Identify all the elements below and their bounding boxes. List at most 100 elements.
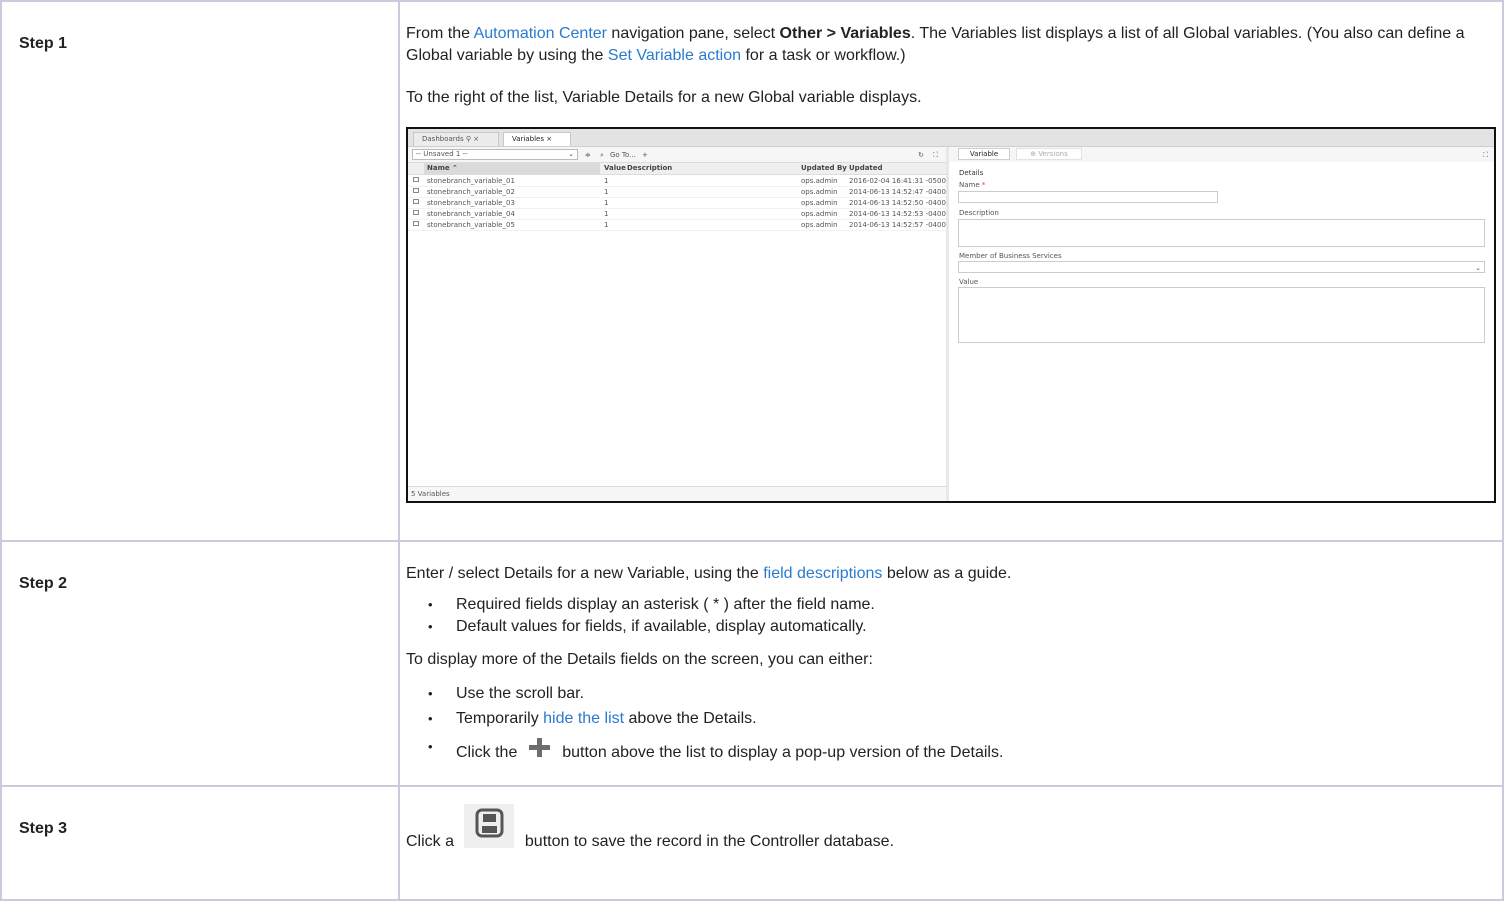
pin-icon: ⚲ — [465, 135, 471, 143]
cell-updated: 2014-06-13 14:52:57 -0400 — [849, 221, 946, 229]
step-row: Step 2 Enter / select Details for a new … — [0, 540, 1504, 787]
cell-updated: 2014-06-13 14:52:50 -0400 — [849, 199, 946, 207]
bullet-list: Required fields display an asterisk ( * … — [406, 594, 1496, 638]
cell-by: ops.admin — [801, 177, 838, 185]
step-paragraph: Enter / select Details for a new Variabl… — [406, 563, 1496, 585]
column-description: Description — [627, 164, 673, 172]
text: above the Details. — [624, 710, 757, 727]
step-paragraph: From the Automation Center navigation pa… — [406, 23, 1496, 67]
step-label-cell: Step 3 — [0, 785, 400, 901]
list-item: Required fields display an asterisk ( * … — [428, 594, 1496, 616]
tab-variables: Variables × — [503, 132, 571, 146]
cell-updated: 2014-06-13 14:52:53 -0400 — [849, 210, 946, 218]
step-paragraph: Click a button to save the record in the… — [406, 804, 1496, 853]
step-label: Step 2 — [19, 575, 68, 592]
save-icon — [464, 804, 515, 848]
grid-icon — [413, 199, 419, 204]
step-paragraph: To the right of the list, Variable Detai… — [406, 89, 922, 106]
step-content: Enter / select Details for a new Variabl… — [398, 540, 1504, 787]
tab-label: Versions — [1038, 150, 1068, 158]
plus-icon — [528, 738, 550, 757]
column-updated-by: Updated By — [801, 164, 847, 172]
column-value: Value — [604, 164, 626, 172]
list-toolbar: -- Unsaved 1 -- ⌄ ≑ ⌕ Go To... + ↻ ⛶ — [408, 147, 946, 163]
cell-by: ops.admin — [801, 210, 838, 218]
list-item: Use the scroll bar. — [428, 683, 1496, 705]
cell-name: stonebranch_variable_03 — [427, 199, 515, 207]
step-content: From the Automation Center navigation pa… — [398, 0, 1504, 542]
name-input — [958, 191, 1218, 203]
cell-by: ops.admin — [801, 221, 838, 229]
cell-by: ops.admin — [801, 188, 838, 196]
cell-updated: 2014-06-13 14:52:47 -0400 — [849, 188, 946, 196]
step-label-cell: Step 2 — [0, 540, 400, 787]
field-label: Name * — [959, 180, 985, 190]
search-icon: ⌕ — [600, 151, 604, 159]
text: Click a — [406, 833, 459, 850]
chevron-down-icon: ⌄ — [568, 150, 574, 158]
column-label: Name — [427, 164, 450, 172]
list-item: Default values for fields, if available,… — [428, 616, 1496, 638]
cell-value: 1 — [604, 199, 609, 207]
refresh-icon: ↻ — [918, 151, 924, 159]
text: Click the — [456, 744, 522, 761]
cell-updated: 2016-02-04 16:41:31 -0500 — [849, 177, 946, 185]
add-icon: + — [642, 151, 648, 159]
column-name: Name ⌃ — [424, 163, 600, 174]
close-icon: × — [473, 135, 480, 143]
step-paragraph: To display more of the Details fields on… — [406, 651, 873, 668]
chevron-down-icon: ⌄ — [1475, 264, 1481, 272]
step-label-cell: Step 1 — [0, 0, 400, 542]
field-descriptions-link[interactable]: field descriptions — [763, 565, 882, 582]
tab-label: Variables — [512, 135, 544, 143]
list-item: Temporarily hide the list above the Deta… — [428, 708, 1496, 730]
cell-name: stonebranch_variable_02 — [427, 188, 515, 196]
tab-variable: Variable — [958, 148, 1010, 160]
field-label: Member of Business Services — [959, 252, 1062, 260]
step-label: Step 1 — [19, 35, 68, 52]
text: Temporarily — [456, 710, 544, 727]
hide-the-list-link[interactable]: hide the list — [543, 710, 624, 727]
step-row: Step 1 From the Automation Center naviga… — [0, 0, 1504, 542]
field-name: Name — [959, 181, 980, 189]
column-updated: Updated — [849, 164, 883, 172]
expand-icon: ⛶ — [933, 151, 938, 159]
cell-value: 1 — [604, 221, 609, 229]
table-row: stonebranch_variable_05 1 ops.admin 2014-06… — [408, 219, 946, 231]
variables-screenshot: Dashboards ⚲ × Variables × -- Unsaved 1 … — [406, 127, 1496, 503]
cell-value: 1 — [604, 188, 609, 196]
text: button to save the record in the Control… — [520, 833, 895, 850]
value-input — [958, 287, 1485, 343]
tab-dashboards: Dashboards ⚲ × — [413, 132, 499, 146]
description-input — [958, 219, 1485, 247]
cell-name: stonebranch_variable_01 — [427, 177, 515, 185]
step-row: Step 3 Click a button to save the record… — [0, 785, 1504, 901]
pane-divider — [946, 147, 949, 501]
step-label: Step 3 — [19, 820, 68, 837]
list-footer: 5 Variables — [408, 486, 946, 501]
text: for a task or workflow.) — [741, 47, 906, 64]
close-icon: × — [546, 135, 553, 143]
automation-center-link[interactable]: Automation Center — [474, 25, 607, 42]
details-heading: Details — [959, 169, 984, 177]
expand-icon: ⛶ — [1483, 151, 1488, 159]
goto-button: Go To... — [610, 151, 636, 159]
cell-name: stonebranch_variable_04 — [427, 210, 515, 218]
filter-select: -- Unsaved 1 -- ⌄ — [412, 149, 578, 160]
bullet-list: Use the scroll bar. Temporarily hide the… — [406, 683, 1496, 764]
cell-by: ops.admin — [801, 199, 838, 207]
cell-value: 1 — [604, 210, 609, 218]
text: below as a guide. — [882, 565, 1012, 582]
filter-icon: ≑ — [585, 151, 591, 159]
tab-versions: ⊕ Versions — [1016, 148, 1082, 160]
grid-icon — [413, 210, 419, 215]
text: Enter / select Details for a new Variabl… — [406, 565, 764, 582]
field-label: Description — [959, 209, 999, 217]
list-item: Click the button above the list to displ… — [428, 736, 1496, 764]
business-services-select: ⌄ — [958, 261, 1485, 273]
cell-name: stonebranch_variable_05 — [427, 221, 515, 229]
field-label: Value — [959, 278, 979, 286]
grid-icon — [413, 221, 419, 226]
tab-label: Dashboards — [422, 135, 464, 143]
set-variable-action-link[interactable]: Set Variable action — [608, 47, 741, 64]
